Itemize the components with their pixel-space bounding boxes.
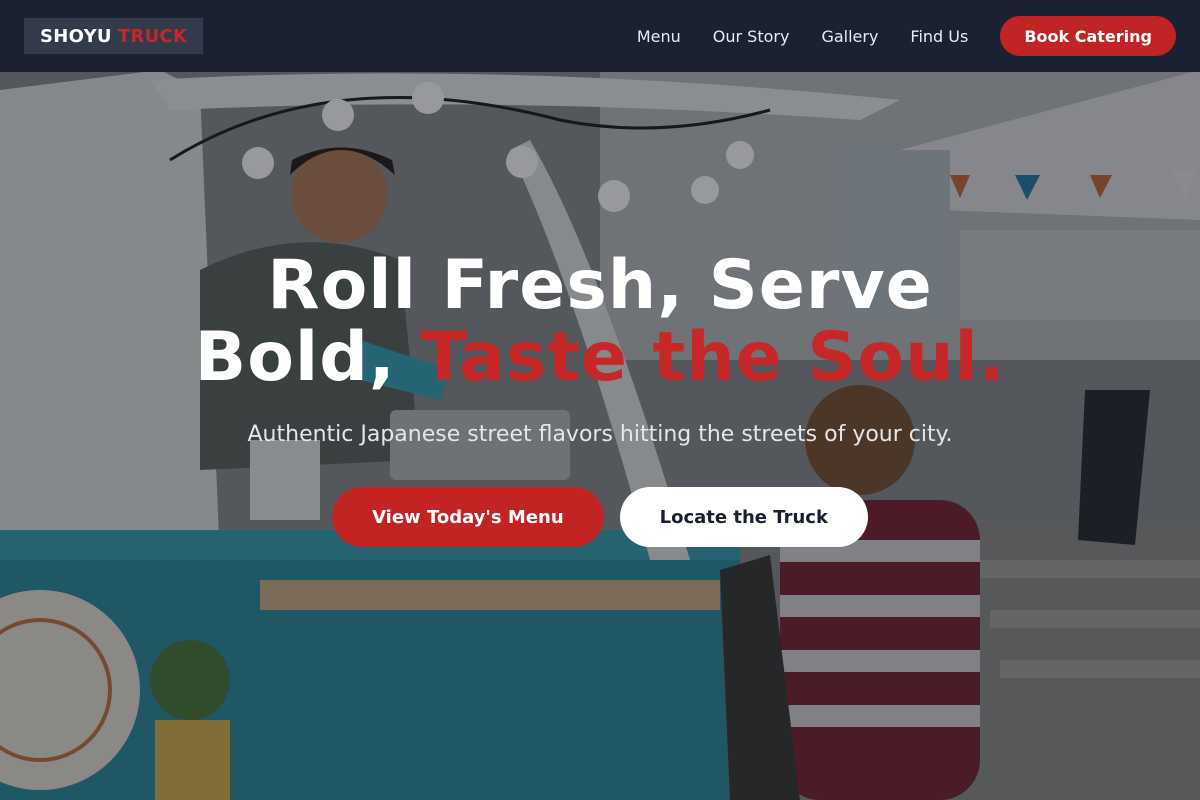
headline-line-2-accent: Taste the Soul. — [420, 318, 1006, 397]
nav-links: Menu Our Story Gallery Find Us Book Cate… — [637, 16, 1176, 56]
headline-line-2-plain: Bold, — [194, 318, 421, 397]
top-navigation: SHOYU TRUCK Menu Our Story Gallery Find … — [0, 0, 1200, 72]
hero-headline: Roll Fresh, Serve Bold, Taste the Soul. — [0, 250, 1200, 394]
nav-link-gallery[interactable]: Gallery — [821, 27, 878, 46]
hero-button-row: View Today's Menu Locate the Truck — [0, 487, 1200, 547]
brand-word-accent: TRUCK — [117, 25, 188, 47]
book-catering-button[interactable]: Book Catering — [1000, 16, 1176, 56]
nav-link-find-us[interactable]: Find Us — [910, 27, 968, 46]
headline-line-1: Roll Fresh, Serve — [267, 246, 933, 325]
brand-word-primary: SHOYU — [40, 25, 112, 47]
nav-link-our-story[interactable]: Our Story — [713, 27, 790, 46]
view-menu-button[interactable]: View Today's Menu — [332, 487, 604, 547]
hero-subtitle: Authentic Japanese street flavors hittin… — [247, 422, 953, 447]
nav-link-menu[interactable]: Menu — [637, 27, 681, 46]
locate-truck-button[interactable]: Locate the Truck — [619, 487, 868, 547]
brand-logo[interactable]: SHOYU TRUCK — [24, 18, 204, 54]
hero-content: Roll Fresh, Serve Bold, Taste the Soul. … — [0, 250, 1200, 547]
